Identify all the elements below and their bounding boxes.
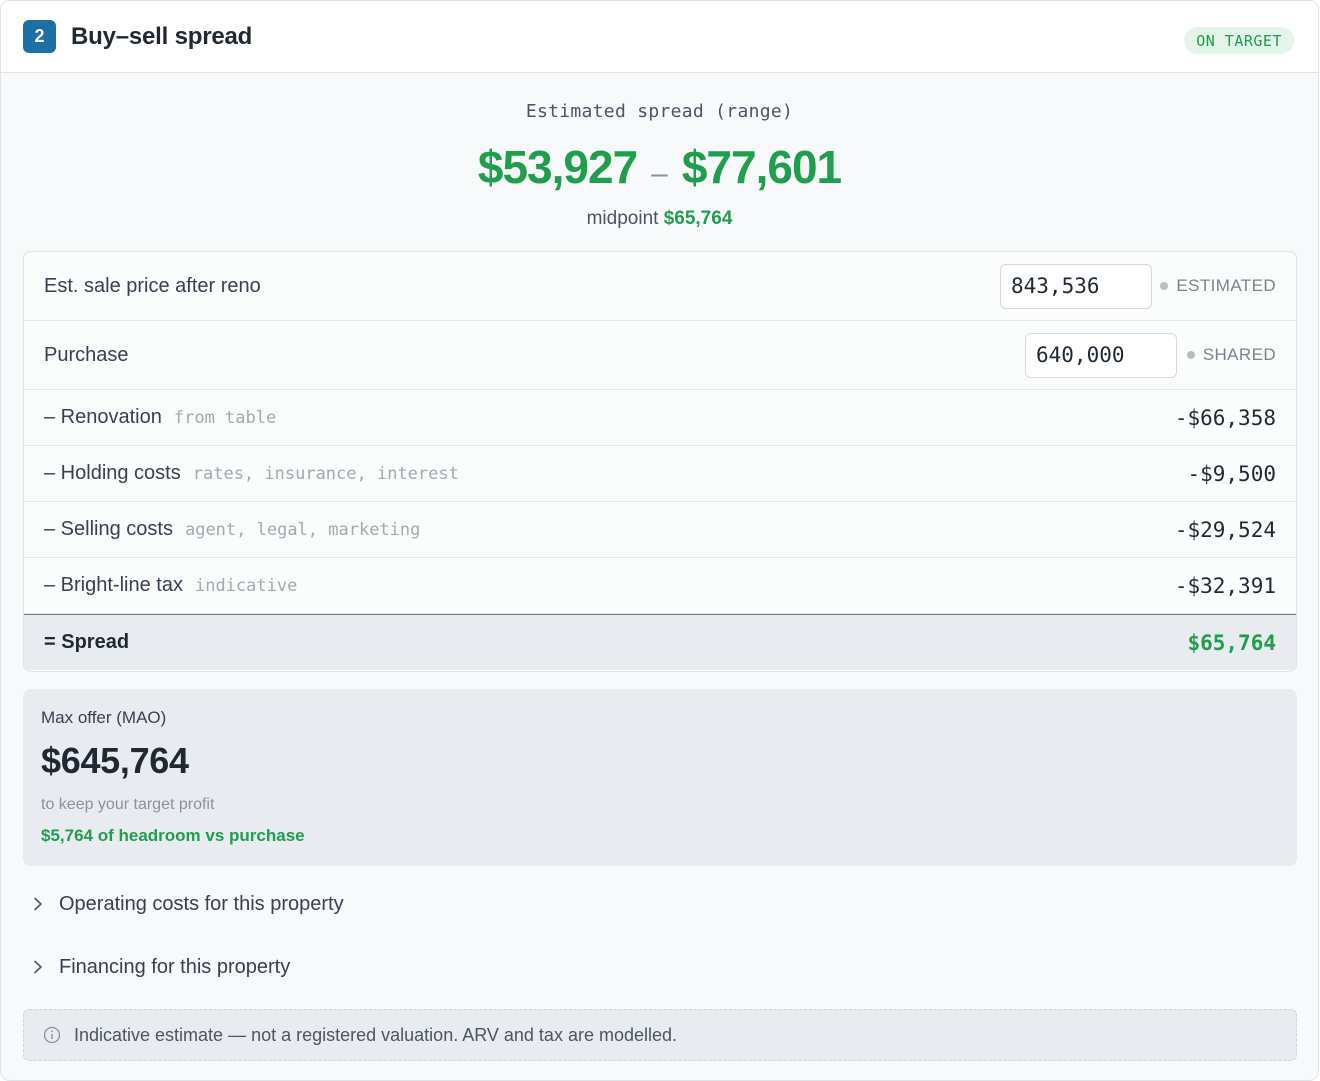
midpoint-line: midpoint $65,764: [1, 208, 1318, 230]
shared-tag-label: SHARED: [1202, 345, 1276, 364]
status-dot-icon: [1186, 351, 1195, 359]
estimated-tag: ESTIMATED: [1160, 276, 1276, 296]
info-icon: [42, 1025, 62, 1045]
chevron-right-icon: [23, 960, 53, 974]
line-note: agent, legal, marketing: [184, 519, 421, 540]
step-number-badge: 2: [23, 20, 56, 53]
operating-costs-toggle[interactable]: Operating costs for this property: [23, 884, 723, 924]
purchase-row: Purchase 640,000 SHARED: [24, 321, 1296, 390]
card-header: 2 Buy–sell spread ON TARGET: [1, 1, 1318, 73]
line-amount: -$32,391: [1174, 573, 1276, 598]
financing-label: Financing for this property: [59, 955, 291, 978]
max-offer-title: Max offer (MAO): [41, 708, 167, 727]
line-note: rates, insurance, interest: [192, 463, 459, 484]
line-label: – Selling costs: [44, 518, 173, 540]
max-offer-panel: Max offer (MAO) $645,764 to keep your ta…: [23, 689, 1297, 866]
sale-price-label: Est. sale price after reno: [44, 274, 261, 297]
spread-high-value: $77,601: [681, 141, 842, 193]
operating-costs-label: Operating costs for this property: [59, 892, 344, 915]
line-amount: -$9,500: [1187, 461, 1276, 486]
spread-low-value: $53,927: [477, 141, 638, 193]
disclaimer-note: Indicative estimate — not a registered v…: [23, 1009, 1297, 1061]
disclaimer-text: Indicative estimate — not a registered v…: [74, 1024, 678, 1045]
shared-tag: SHARED: [1186, 345, 1276, 365]
financing-toggle[interactable]: Financing for this property: [23, 947, 723, 987]
buy-sell-spread-card: 2 Buy–sell spread ON TARGET Estimated sp…: [0, 0, 1319, 1081]
range-separator: –: [651, 157, 668, 190]
midpoint-value: $65,764: [663, 208, 733, 229]
max-offer-value: $645,764: [41, 740, 189, 781]
max-offer-subtitle: to keep your target profit: [41, 796, 215, 813]
spread-total-label: = Spread: [44, 631, 130, 653]
line-label: – Bright-line tax: [44, 574, 183, 596]
midpoint-label: midpoint: [586, 208, 659, 229]
spread-total-amount: $65,764: [1187, 630, 1276, 655]
card-title: Buy–sell spread: [71, 22, 253, 50]
line-label: – Holding costs: [44, 462, 181, 484]
spread-summary: Estimated spread (range) $53,927 – $77,6…: [1, 73, 1318, 251]
spread-ledger: Est. sale price after reno 843,536 ESTIM…: [23, 251, 1297, 672]
renovation-row: – Renovation from table -$66,358: [24, 390, 1296, 446]
line-amount: -$66,358: [1174, 405, 1276, 430]
status-dot-icon: [1160, 282, 1169, 290]
line-note: from table: [173, 407, 277, 428]
line-note: indicative: [194, 575, 298, 596]
spread-range: $53,927 – $77,601: [1, 140, 1318, 194]
chevron-right-icon: [23, 897, 53, 911]
purchase-label: Purchase: [44, 343, 129, 366]
holding-costs-row: – Holding costs rates, insurance, intere…: [24, 446, 1296, 502]
sale-price-row: Est. sale price after reno 843,536 ESTIM…: [24, 252, 1296, 321]
line-label: – Renovation: [44, 406, 162, 428]
headroom-text: $5,764 of headroom vs purchase: [41, 826, 305, 845]
status-badge: ON TARGET: [1184, 27, 1294, 54]
purchase-input[interactable]: 640,000: [1025, 333, 1177, 378]
estimated-tag-label: ESTIMATED: [1176, 276, 1276, 295]
bright-line-tax-row: – Bright-line tax indicative -$32,391: [24, 558, 1296, 614]
selling-costs-row: – Selling costs agent, legal, marketing …: [24, 502, 1296, 558]
sale-price-input[interactable]: 843,536: [1000, 264, 1152, 309]
spread-range-label: Estimated spread (range): [525, 101, 794, 122]
line-amount: -$29,524: [1174, 517, 1276, 542]
spread-total-row: = Spread $65,764: [24, 614, 1296, 670]
